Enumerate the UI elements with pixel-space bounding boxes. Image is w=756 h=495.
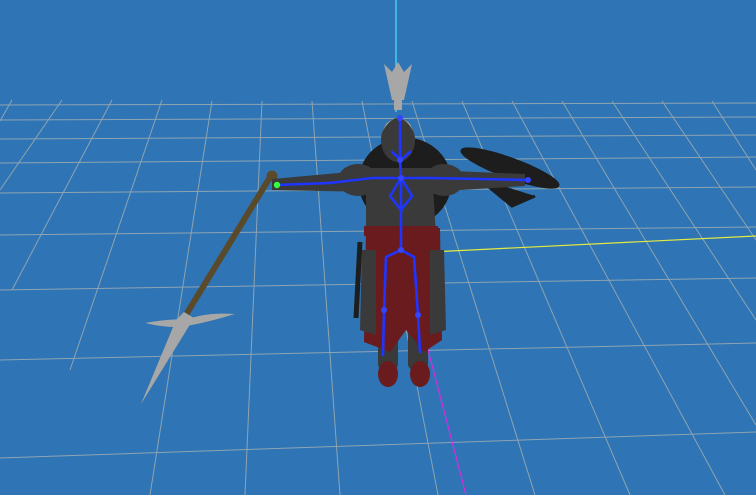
- joint-neck[interactable]: [397, 157, 403, 163]
- joint-head[interactable]: [397, 115, 403, 121]
- joint-right-hand[interactable]: [525, 177, 531, 183]
- scene-canvas[interactable]: [0, 0, 756, 495]
- bone-spine[interactable]: [398, 116, 403, 252]
- joint-right-knee[interactable]: [415, 312, 421, 318]
- joint-pelvis[interactable]: [398, 247, 404, 253]
- joint-left-hand-selected[interactable]: [273, 181, 281, 189]
- joint-left-knee[interactable]: [381, 307, 387, 313]
- right-boot: [410, 361, 430, 387]
- 3d-viewport[interactable]: [0, 0, 756, 495]
- right-pauldron: [424, 164, 464, 196]
- joint-chest[interactable]: [398, 175, 404, 181]
- left-boot: [378, 361, 398, 387]
